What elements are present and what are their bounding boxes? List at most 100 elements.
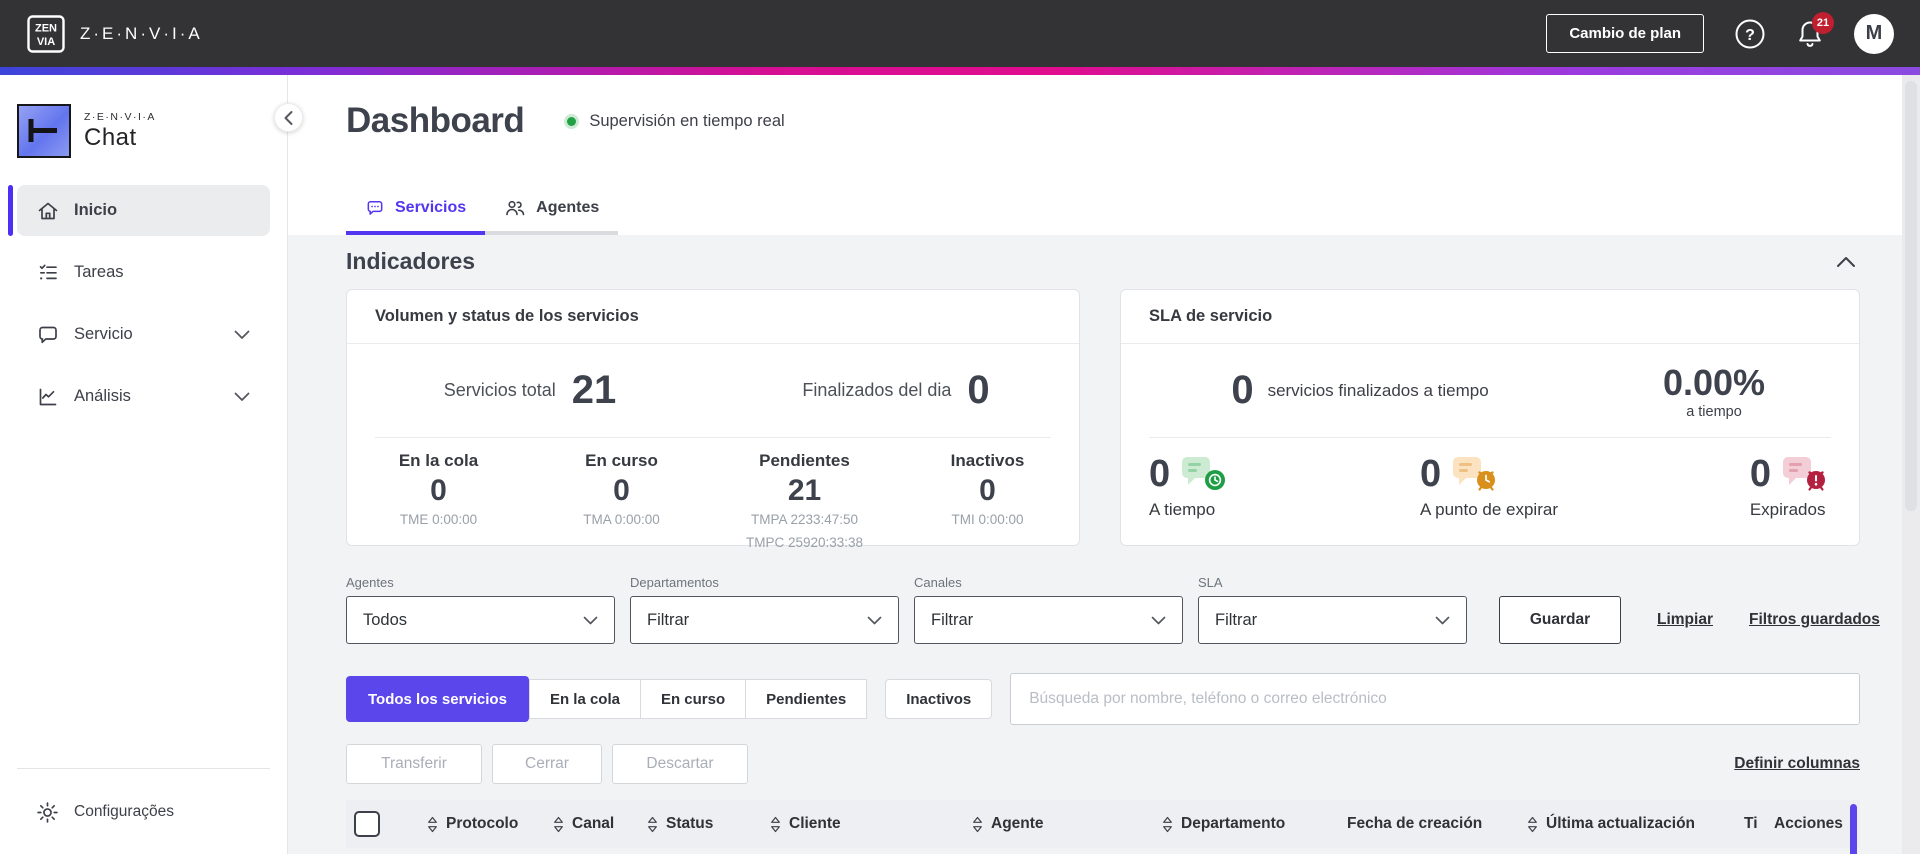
filter-departamentos: Departamentos Filtrar [630, 575, 899, 644]
realtime-status: Supervisión en tiempo real [564, 112, 785, 131]
finalizados-del-dia: Finalizados del dia 0 [802, 368, 990, 412]
card-title: SLA de servicio [1121, 290, 1859, 344]
close-button[interactable]: Cerrar [492, 744, 602, 784]
chip-pendientes[interactable]: Pendientes [745, 679, 868, 719]
brand-gradient-bar [0, 67, 1920, 75]
logo-product-text: Chat [84, 123, 137, 151]
sidebar-item-configuracoes[interactable]: Configurações [0, 784, 287, 840]
svg-text:ZEN: ZEN [35, 22, 57, 34]
chevron-down-icon [867, 616, 882, 624]
sort-icon [973, 816, 982, 832]
stat-inactivos: Inactivos 0 TMI 0:00:00 [950, 451, 1025, 527]
top-bar: ZEN VIA Z·E·N·V·I·A Cambio de plan ? 21 … [0, 0, 1920, 67]
stat-en-curso: En curso 0 TMA 0:00:00 [583, 451, 660, 527]
sidebar-item-label: Tareas [74, 263, 124, 281]
help-icon: ? [1735, 19, 1765, 48]
sort-icon [554, 816, 563, 832]
clear-filters-link[interactable]: Limpiar [1657, 611, 1713, 629]
filter-agentes: Agentes Todos [346, 575, 615, 644]
section-collapse-button[interactable] [1832, 252, 1860, 272]
card-title: Volumen y status de los servicios [347, 290, 1079, 344]
chat-bubble-icon [39, 326, 57, 343]
chevron-down-icon [583, 616, 598, 624]
filter-sla: SLA Filtrar [1198, 575, 1467, 644]
sla-expired: 0 Expirados [1750, 453, 1829, 520]
select-all-checkbox[interactable] [354, 811, 380, 837]
search-input[interactable] [1010, 673, 1860, 725]
canales-select[interactable]: Filtrar [914, 596, 1183, 644]
chevron-down-icon [234, 330, 250, 340]
chip-inactivos[interactable]: Inactivos [885, 679, 993, 719]
notifications-button[interactable]: 21 [1796, 11, 1834, 49]
zenvia-logo-icon: ZEN VIA [27, 14, 65, 53]
chip-en-la-cola[interactable]: En la cola [528, 679, 641, 719]
sidebar-item-analisis[interactable]: Análisis [17, 371, 270, 422]
sort-icon [1528, 816, 1537, 832]
section-title-indicadores: Indicadores [346, 248, 476, 274]
sla-select[interactable]: Filtrar [1198, 596, 1467, 644]
sort-icon [1163, 816, 1172, 832]
define-columns-link[interactable]: Definir columnas [1734, 755, 1860, 773]
sidebar-item-label: Análisis [74, 387, 131, 405]
zenvia-chat-logo: Z·E·N·V·I·A Chat [0, 75, 287, 158]
column-canal[interactable]: Canal [553, 815, 647, 833]
chevron-down-icon [1435, 616, 1450, 624]
main-tabs: Servicios Agentes [346, 198, 619, 235]
table-scrollbar-thumb[interactable] [1850, 804, 1857, 854]
sidebar-item-servicio[interactable]: Servicio [17, 309, 270, 360]
help-button[interactable]: ? [1734, 18, 1766, 50]
change-plan-button[interactable]: Cambio de plan [1546, 14, 1704, 53]
svg-text:?: ? [1745, 27, 1755, 44]
sidebar-item-inicio[interactable]: Inicio [8, 185, 270, 236]
servicios-total: Servicios total 21 [443, 368, 617, 412]
departamentos-select[interactable]: Filtrar [630, 596, 899, 644]
saved-filters-link[interactable]: Filtros guardados [1749, 611, 1880, 629]
sidebar-collapse-button[interactable] [274, 103, 303, 132]
chip-todos-los-servicios[interactable]: Todos los servicios [346, 676, 529, 722]
column-cliente[interactable]: Cliente [770, 815, 972, 833]
transfer-button[interactable]: Transferir [346, 744, 482, 784]
tab-agentes[interactable]: Agentes [485, 198, 619, 235]
filter-canales: Canales Filtrar [914, 575, 1183, 644]
column-ultima-actualizacion[interactable]: Última actualización [1527, 815, 1744, 833]
chip-en-curso[interactable]: En curso [639, 679, 747, 719]
sidebar-divider [17, 768, 270, 769]
page-scrollbar[interactable] [1902, 75, 1920, 854]
sla-on-time: 0 A tiempo [1149, 453, 1228, 520]
column-protocolo[interactable]: Protocolo [427, 815, 553, 833]
logo-brand-text: Z·E·N·V·I·A [84, 110, 156, 123]
agentes-select[interactable]: Todos [346, 596, 615, 644]
user-avatar[interactable]: M [1854, 13, 1894, 54]
servicios-total-value: 21 [571, 368, 617, 412]
sort-icon [648, 816, 657, 832]
discard-button[interactable]: Descartar [612, 744, 748, 784]
dashboard-content: Indicadores Volumen y status de los serv… [288, 235, 1902, 854]
people-icon [506, 200, 525, 216]
sidebar-item-label: Inicio [74, 201, 118, 219]
column-agente[interactable]: Agente [972, 815, 1162, 833]
sla-percent: 0.00% a tiempo [1662, 361, 1766, 420]
status-dot-icon [564, 113, 580, 129]
stat-pendientes: Pendientes 21 TMPA 2233:47:50 TMPC 25920… [745, 451, 864, 550]
sla-about-to-expire: 0 A punto de expirar [1420, 453, 1558, 519]
sidebar-item-tareas[interactable]: Tareas [17, 247, 270, 298]
services-table: Protocolo Canal Status Cliente Agente De… [346, 800, 1860, 854]
notification-count-badge: 21 [1812, 11, 1834, 34]
home-icon [38, 202, 58, 219]
line-chart-icon [39, 388, 57, 405]
save-filters-button[interactable]: Guardar [1499, 596, 1621, 644]
sidebar-footer-label: Configurações [74, 803, 174, 820]
column-status[interactable]: Status [647, 815, 770, 833]
gear-icon [37, 801, 58, 823]
brand-name: Z·E·N·V·I·A [80, 23, 203, 43]
sla-card: SLA de servicio 0 servicios finalizados … [1120, 289, 1860, 546]
on-time-icon [1182, 456, 1226, 490]
chat-logo-image [17, 104, 71, 158]
tab-label: Servicios [395, 199, 467, 216]
page-scrollbar-thumb[interactable] [1905, 81, 1917, 511]
column-departamento[interactable]: Departamento [1162, 815, 1347, 833]
tab-servicios[interactable]: Servicios [346, 198, 486, 235]
sidebar-item-label: Servicio [74, 325, 133, 343]
sidebar: Z·E·N·V·I·A Chat Inicio Tareas Servicio … [0, 75, 303, 854]
finalizados-value: 0 [967, 368, 990, 412]
